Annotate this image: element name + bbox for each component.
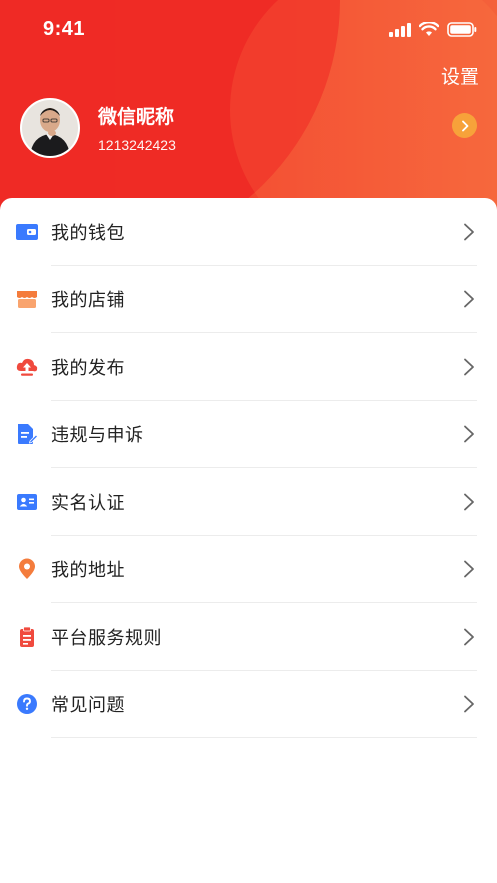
- menu-item-label: 平台服务规则: [51, 627, 162, 649]
- menu-item-appeals[interactable]: 违规与申诉: [0, 401, 497, 468]
- location-pin-icon: [16, 558, 38, 580]
- profile-detail-button[interactable]: [452, 113, 477, 138]
- menu-item-label: 我的店铺: [51, 290, 125, 312]
- avatar[interactable]: [20, 98, 80, 158]
- chevron-right-icon: [464, 358, 474, 376]
- menu-card: 我的钱包 我的店铺 我的发布 违规与申诉 实名认证 我的地址 平台服务规则 常见…: [0, 198, 497, 883]
- user-profile[interactable]: 微信昵称 1213242423: [20, 98, 176, 158]
- clipboard-icon: [16, 626, 38, 648]
- upload-cloud-icon: [16, 356, 38, 378]
- signal-icon: [389, 22, 411, 37]
- menu-item-rules[interactable]: 平台服务规则: [0, 603, 497, 671]
- chevron-right-icon: [464, 560, 474, 578]
- menu-item-posts[interactable]: 我的发布: [0, 333, 497, 401]
- question-icon: [16, 693, 38, 715]
- settings-button[interactable]: 设置: [441, 62, 479, 89]
- chevron-right-icon: [464, 223, 474, 241]
- wallet-icon: [16, 221, 38, 243]
- menu-item-wallet[interactable]: 我的钱包: [0, 198, 497, 266]
- menu-item-faq[interactable]: 常见问题: [0, 671, 497, 738]
- chevron-right-icon: [464, 695, 474, 713]
- status-time: 9:41: [43, 18, 86, 40]
- chevron-right-icon: [461, 120, 468, 131]
- chevron-right-icon: [464, 628, 474, 646]
- menu-item-label: 我的钱包: [51, 222, 125, 244]
- id-card-icon: [16, 491, 38, 513]
- menu-item-verification[interactable]: 实名认证: [0, 468, 497, 536]
- store-icon: [16, 288, 38, 310]
- menu-item-label: 违规与申诉: [51, 425, 144, 447]
- menu-item-label: 实名认证: [51, 492, 125, 514]
- chevron-right-icon: [464, 493, 474, 511]
- divider: [51, 737, 477, 738]
- status-bar: 9:41: [0, 0, 497, 60]
- menu-list: 我的钱包 我的店铺 我的发布 违规与申诉 实名认证 我的地址 平台服务规则 常见…: [0, 198, 497, 738]
- user-id: 1213242423: [98, 136, 176, 153]
- menu-item-address[interactable]: 我的地址: [0, 536, 497, 603]
- avatar-photo: [22, 100, 78, 156]
- user-nickname: 微信昵称: [98, 105, 175, 128]
- document-edit-icon: [16, 423, 38, 445]
- menu-item-label: 我的地址: [51, 560, 125, 582]
- menu-item-label: 我的发布: [51, 357, 125, 379]
- chevron-right-icon: [464, 290, 474, 308]
- menu-item-label: 常见问题: [51, 695, 125, 717]
- wifi-icon: [419, 22, 439, 36]
- chevron-right-icon: [464, 425, 474, 443]
- battery-icon: [447, 22, 477, 37]
- menu-item-store[interactable]: 我的店铺: [0, 266, 497, 333]
